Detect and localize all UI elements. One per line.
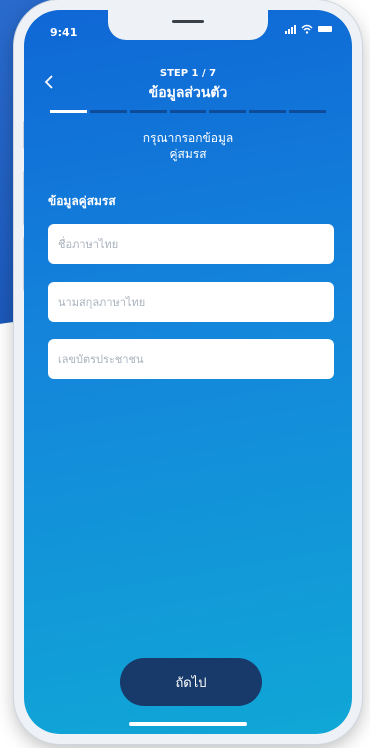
progress-segment [89,110,127,113]
thai-first-name-input[interactable] [48,224,334,264]
thai-last-name-input[interactable] [48,282,334,322]
instruction-line-2: คู่สมรส [169,147,207,161]
app-screen: 9:41 STEP 1 / 7 ข้อมูลส่วนตัว กรุณากรอกข… [24,10,352,734]
instruction-line-1: กรุณากรอกข้อมูล [142,131,234,145]
home-indicator [129,722,247,726]
signal-icon [285,24,296,34]
status-time: 9:41 [50,26,78,39]
progress-segment [249,110,287,113]
national-id-input[interactable] [48,339,334,379]
progress-bar [50,110,327,113]
step-indicator: STEP 1 / 7 [159,68,217,79]
battery-icon [318,26,332,32]
next-button[interactable]: ถัดไป [120,658,262,706]
wifi-icon [301,24,313,34]
progress-segment [50,110,87,113]
phone-notch [108,10,268,40]
progress-segment [289,110,327,113]
status-icons [285,24,332,34]
section-title: ข้อมูลคู่สมรส [48,194,116,208]
progress-segment [169,110,207,113]
instruction-text: กรุณากรอกข้อมูล คู่สมรส [64,130,312,162]
speaker-grille [172,20,204,23]
progress-segment [209,110,247,113]
page-title: ข้อมูลส่วนตัว [148,85,228,101]
progress-segment [129,110,167,113]
